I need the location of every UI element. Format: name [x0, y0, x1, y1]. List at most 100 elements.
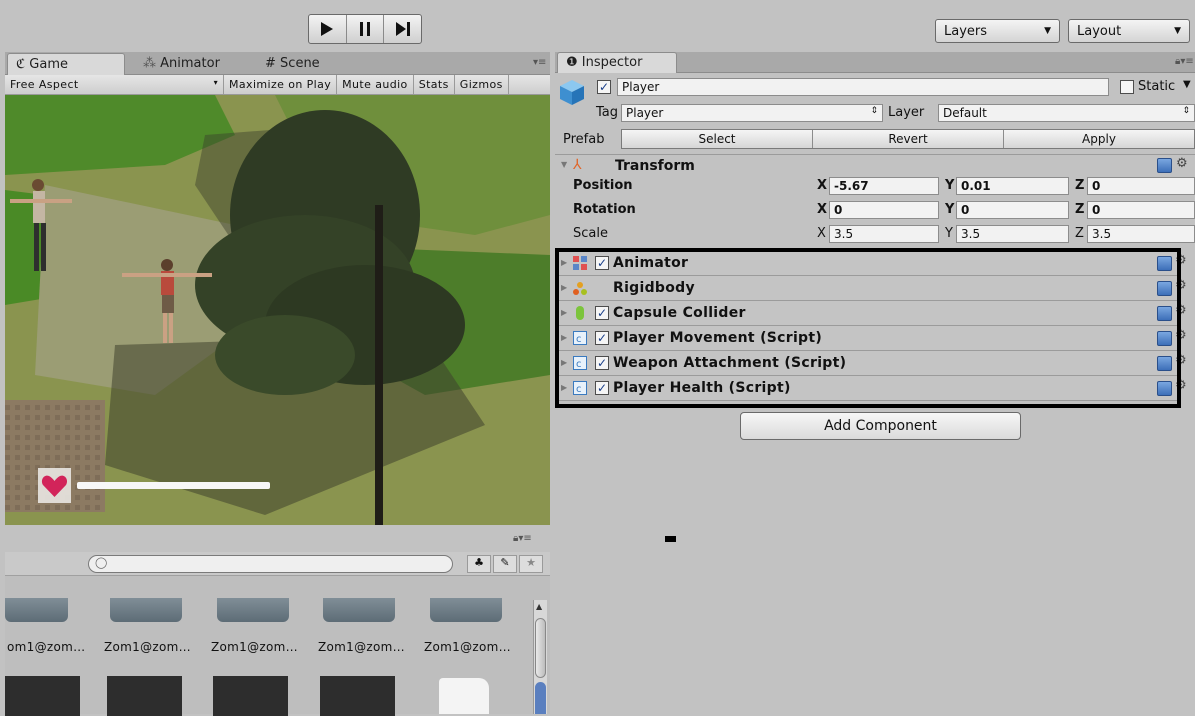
scroll-up-icon[interactable]: ▲: [536, 602, 542, 611]
favorite-icon[interactable]: ★: [519, 555, 543, 573]
x-label: X: [817, 202, 828, 217]
scroll-track-highlight: [535, 682, 546, 714]
position-x-field[interactable]: -5.67: [829, 177, 939, 195]
active-checkbox[interactable]: ✓: [597, 80, 611, 94]
step-icon: [395, 22, 410, 36]
asset-thumbnail[interactable]: [217, 598, 289, 622]
scroll-thumb[interactable]: [535, 618, 546, 678]
rotation-z-field[interactable]: 0: [1087, 201, 1195, 219]
project-search-row: ◯ ♣ ✎ ★: [5, 552, 550, 576]
animation-thumbnail[interactable]: [320, 676, 395, 716]
tab-animator[interactable]: ⁂ Animator: [135, 53, 230, 75]
prefab-select-label: Select: [698, 132, 736, 146]
layers-label: Layers: [944, 23, 988, 39]
object-name: Player: [622, 80, 660, 94]
pause-button[interactable]: [347, 15, 385, 43]
tab-scene[interactable]: # Scene: [257, 53, 330, 75]
search-input[interactable]: ◯: [88, 555, 453, 573]
health-slider: [77, 482, 270, 489]
project-scrollbar[interactable]: ▲: [533, 600, 547, 714]
asset-thumbnail[interactable]: [110, 598, 182, 622]
rotation-z-value: 0: [1092, 203, 1101, 217]
object-name-field[interactable]: Player: [617, 78, 1109, 96]
position-x-value: -5.67: [834, 179, 869, 193]
asset-thumbnail[interactable]: [323, 598, 395, 622]
prefab-revert-label: Revert: [888, 132, 928, 146]
position-z-field[interactable]: 0: [1087, 177, 1195, 195]
lock-icon[interactable]: 🔒︎▾≡: [1175, 56, 1194, 67]
transform-icon: ⅄: [573, 157, 582, 173]
scale-x-field[interactable]: 3.5: [829, 225, 939, 243]
scale-z-field[interactable]: 3.5: [1087, 225, 1195, 243]
filter-label-icon[interactable]: ✎: [493, 555, 517, 573]
asset-label[interactable]: om1@zom…: [7, 640, 85, 654]
gear-icon[interactable]: ⚙: [1176, 156, 1188, 171]
prefab-select-button[interactable]: Select: [622, 130, 813, 148]
prefab-revert-button[interactable]: Revert: [813, 130, 1004, 148]
tab-inspector-label: Inspector: [581, 55, 643, 70]
asset-thumbnail[interactable]: [5, 598, 68, 622]
chevron-down-icon[interactable]: ▼: [1183, 79, 1191, 90]
z-label: Z: [1075, 226, 1084, 241]
aspect-dropdown[interactable]: Free Aspect ▾: [5, 75, 224, 94]
layout-dropdown[interactable]: Layout ▼: [1068, 19, 1190, 43]
asset-thumbnail[interactable]: [430, 598, 502, 622]
y-label: Y: [945, 202, 955, 217]
prefab-apply-button[interactable]: Apply: [1004, 130, 1194, 148]
position-z-value: 0: [1092, 179, 1101, 193]
maximize-on-play-toggle[interactable]: Maximize on Play: [224, 75, 338, 94]
x-label: X: [817, 226, 826, 241]
rotation-x-field[interactable]: 0: [829, 201, 939, 219]
animation-thumbnail[interactable]: [5, 676, 80, 716]
rotation-y-value: 0: [961, 203, 970, 217]
prefab-button-group: Select Revert Apply: [621, 129, 1195, 149]
gizmos-label: Gizmos: [459, 78, 503, 91]
layer-dropdown[interactable]: Default ⇕: [938, 104, 1195, 122]
search-filter-group: ♣ ✎ ★: [467, 555, 545, 573]
prefab-apply-label: Apply: [1082, 132, 1116, 146]
scale-label: Scale: [573, 226, 608, 241]
maximize-on-play-label: Maximize on Play: [229, 78, 332, 91]
scale-x-value: 3.5: [834, 227, 854, 241]
gizmos-dropdown[interactable]: Gizmos: [455, 75, 509, 94]
tab-inspector[interactable]: ❶ Inspector: [557, 52, 677, 73]
rotation-y-field[interactable]: 0: [956, 201, 1069, 219]
step-button[interactable]: [384, 15, 421, 43]
animation-thumbnail[interactable]: [213, 676, 288, 716]
transform-title: Transform: [615, 158, 695, 174]
chevron-down-icon: ▾: [213, 78, 218, 87]
play-icon: [321, 22, 334, 36]
document-icon[interactable]: [439, 678, 489, 714]
static-checkbox[interactable]: [1120, 80, 1134, 94]
tag-label: Tag: [596, 105, 619, 120]
stats-label: Stats: [418, 78, 449, 91]
rotation-label: Rotation: [573, 202, 636, 217]
tag-dropdown[interactable]: Player ⇕: [621, 104, 883, 122]
tab-game[interactable]: ℭ Game: [7, 53, 125, 75]
play-button[interactable]: [309, 15, 347, 43]
position-label: Position: [573, 178, 633, 193]
project-assets-grid: om1@zom… Zom1@zom… Zom1@zom… Zom1@zom… Z…: [5, 576, 550, 716]
asset-label[interactable]: Zom1@zom…: [318, 640, 405, 654]
game-viewport[interactable]: [5, 95, 550, 525]
mute-audio-toggle[interactable]: Mute audio: [337, 75, 414, 94]
add-component-button[interactable]: Add Component: [740, 412, 1021, 440]
position-y-field[interactable]: 0.01: [956, 177, 1069, 195]
asset-label[interactable]: Zom1@zom…: [104, 640, 191, 654]
search-icon: ◯: [95, 556, 108, 569]
stats-toggle[interactable]: Stats: [414, 75, 455, 94]
scale-z-value: 3.5: [1092, 227, 1112, 241]
expand-down-icon: ▼: [561, 160, 568, 169]
chevron-down-icon: ▼: [1044, 26, 1051, 36]
lock-icon[interactable]: 🔒︎▾≡: [513, 533, 532, 544]
asset-label[interactable]: Zom1@zom…: [424, 640, 511, 654]
layers-dropdown[interactable]: Layers ▼: [935, 19, 1060, 43]
filter-type-icon[interactable]: ♣: [467, 555, 491, 573]
panel-menu-icon[interactable]: ▾≡: [533, 57, 546, 68]
transform-header[interactable]: ▼ ⅄ Transform ⚙: [555, 154, 1195, 176]
y-label: Y: [945, 226, 953, 241]
scale-y-field[interactable]: 3.5: [956, 225, 1069, 243]
asset-label[interactable]: Zom1@zom…: [211, 640, 298, 654]
help-icon[interactable]: [1157, 158, 1172, 173]
animation-thumbnail[interactable]: [107, 676, 182, 716]
